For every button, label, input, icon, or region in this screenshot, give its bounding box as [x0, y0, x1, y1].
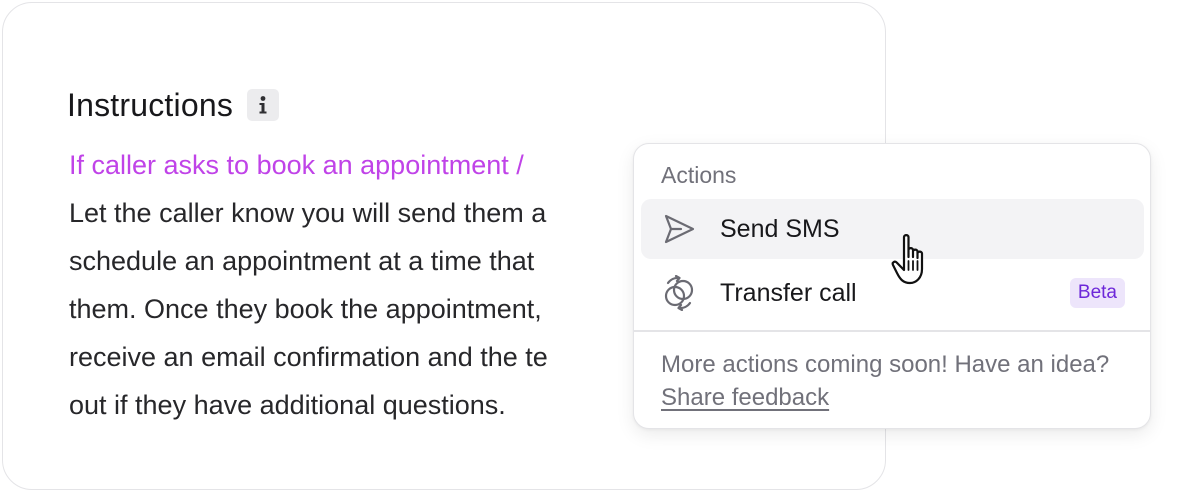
footer-text: More actions coming soon! Have an idea? — [661, 351, 1110, 378]
info-icon[interactable] — [247, 89, 280, 121]
share-feedback-link[interactable]: Share feedback — [661, 384, 829, 411]
send-icon — [661, 211, 697, 247]
popover-divider — [634, 330, 1150, 332]
popover-footer: More actions coming soon! Have an idea? … — [661, 348, 1131, 414]
transfer-call-menu-item[interactable]: Transfer call Beta — [641, 263, 1144, 323]
stage: Instructions If caller asks to book an a… — [0, 0, 1190, 492]
actions-popover: Actions Send SMS Transfer call Beta More… — [633, 143, 1151, 429]
instructions-header: Instructions — [67, 85, 280, 125]
send-sms-label: Send SMS — [720, 214, 840, 243]
transfer-call-label: Transfer call — [720, 278, 857, 307]
send-sms-menu-item[interactable]: Send SMS — [641, 199, 1144, 259]
instructions-title: Instructions — [67, 86, 234, 123]
beta-badge: Beta — [1069, 278, 1125, 308]
actions-section-title: Actions — [661, 162, 737, 188]
transfer-call-icon — [661, 275, 697, 311]
